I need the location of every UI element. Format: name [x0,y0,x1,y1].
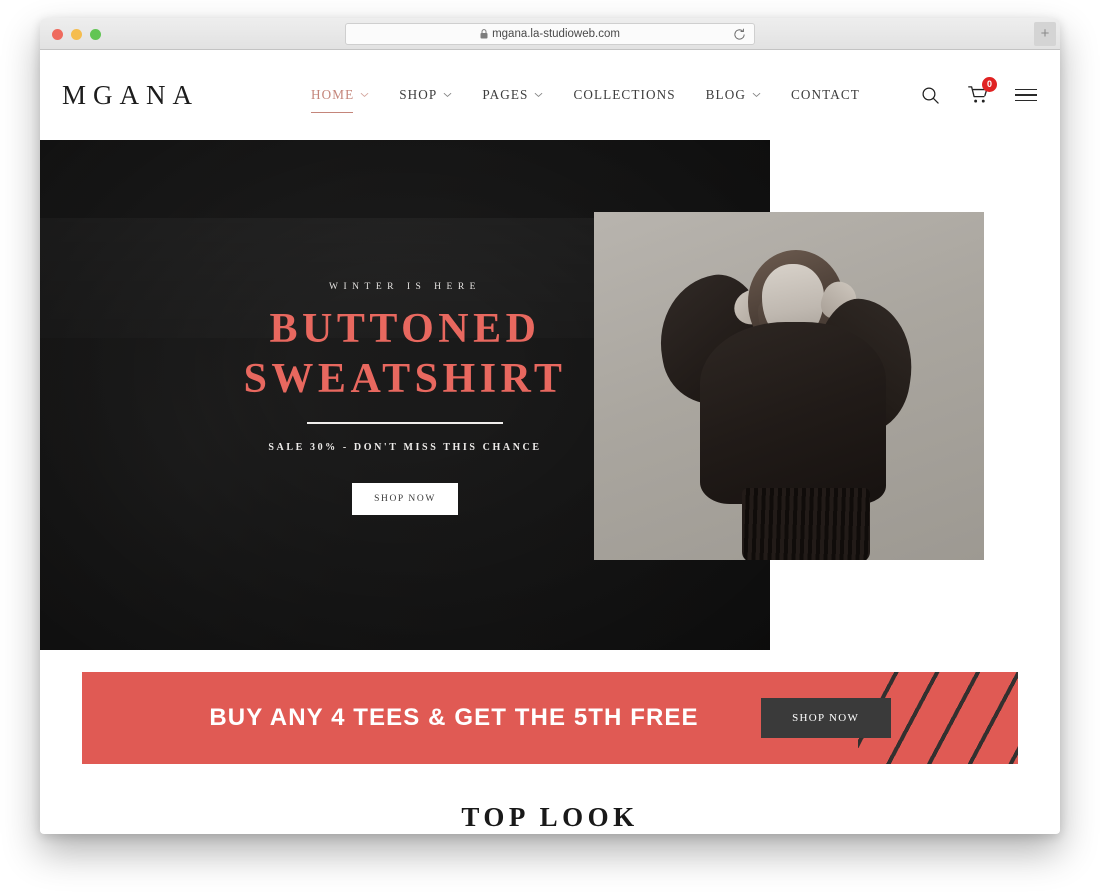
browser-toolbar: mgana.la-studioweb.com + [40,18,1060,50]
nav-item-shop[interactable]: SHOP [399,79,452,111]
search-icon [921,86,939,104]
nav-item-contact-label: CONTACT [790,87,860,102]
page-viewport: MGANA HOME SHOP PAGES COLLECTIONS BLOG C… [40,50,1060,833]
nav-item-home[interactable]: HOME [311,79,369,113]
top-look-heading: TOP LOOK [461,802,639,832]
reload-icon[interactable] [733,28,746,41]
hero-title: BUTTONED SWEATSHIRT [244,308,567,400]
search-button[interactable] [918,83,942,107]
chevron-down-icon [360,92,369,98]
nav-item-collections-label: COLLECTIONS [573,87,676,102]
nav-item-shop-label: SHOP [399,87,438,102]
chevron-down-icon [752,92,761,98]
new-tab-button[interactable]: + [1034,22,1056,46]
header-icon-group: 0 [918,77,1038,107]
cart-count-badge: 0 [982,77,997,92]
hero-shop-now-button[interactable]: SHOP NOW [352,482,458,515]
promo-headline: BUY ANY 4 TEES & GET THE 5TH FREE [209,704,699,731]
cart-button[interactable]: 0 [966,77,997,107]
figure-pleated-skirt [742,488,870,560]
nav-item-pages[interactable]: PAGES [482,79,543,111]
nav-item-collections[interactable]: COLLECTIONS [573,79,675,111]
nav-item-blog-label: BLOG [705,87,746,102]
model-figure [646,230,938,560]
hero-product-photo [594,212,984,560]
hero-title-line-2: SWEATSHIRT [243,355,567,402]
menu-button[interactable] [1014,83,1038,107]
hero-divider [307,421,503,424]
nav-item-home-label: HOME [311,87,355,102]
hero-eyebrow: WINTER IS HERE [329,281,481,292]
site-header: MGANA HOME SHOP PAGES COLLECTIONS BLOG C… [40,50,1060,140]
lock-icon [480,29,488,39]
address-bar-url: mgana.la-studioweb.com [492,28,620,40]
window-traffic-lights [52,29,101,40]
nav-item-pages-label: PAGES [482,87,529,102]
close-window-button[interactable] [52,29,63,40]
browser-window: mgana.la-studioweb.com + MGANA HOME SHOP… [40,18,1060,834]
nav-item-blog[interactable]: BLOG [706,79,761,111]
promo-banner-wrapper: BUY ANY 4 TEES & GET THE 5TH FREE SHOP N… [40,650,1060,764]
address-bar[interactable]: mgana.la-studioweb.com [345,23,755,45]
chevron-down-icon [535,92,543,98]
minimize-window-button[interactable] [71,29,82,40]
site-logo[interactable]: MGANA [62,80,199,111]
hero-subtitle: SALE 30% - DON'T MISS THIS CHANCE [268,441,542,453]
promo-shop-now-button[interactable]: SHOP NOW [760,698,891,738]
main-navigation: HOME SHOP PAGES COLLECTIONS BLOG CONTACT [311,79,860,113]
hero-section: WINTER IS HERE BUTTONED SWEATSHIRT SALE … [40,140,1060,650]
hamburger-icon [1015,88,1037,102]
figure-sweatshirt-torso [700,322,886,504]
nav-active-underline [311,111,354,113]
nav-item-contact[interactable]: CONTACT [791,79,860,111]
chevron-down-icon [443,92,452,98]
maximize-window-button[interactable] [90,29,101,40]
hero-title-line-1: BUTTONED [269,305,541,352]
promo-banner: BUY ANY 4 TEES & GET THE 5TH FREE SHOP N… [82,672,1018,764]
